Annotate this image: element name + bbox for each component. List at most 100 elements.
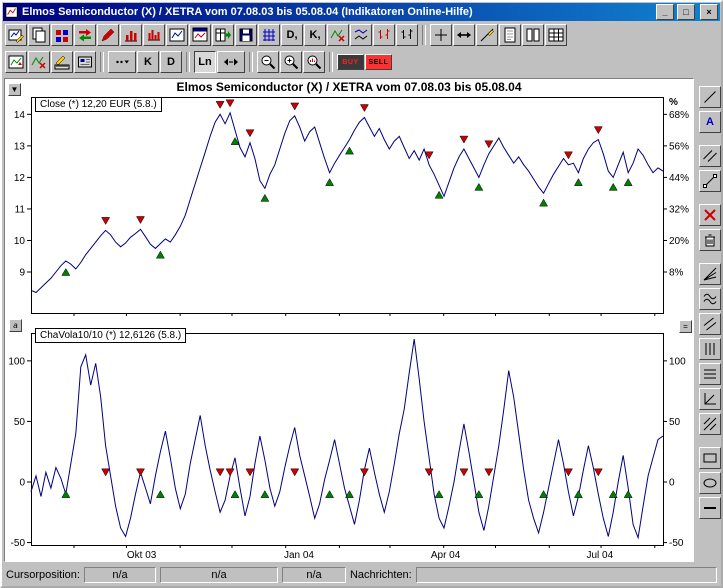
zoom-range-button[interactable] [303,51,325,73]
table-button[interactable] [545,24,567,46]
crosshair-button[interactable] [430,24,452,46]
svg-text:8%: 8% [669,268,684,279]
delete-all-tool[interactable] [699,229,721,251]
messages-field [416,567,717,583]
transfer-button[interactable] [74,24,96,46]
svg-text:%: % [669,97,678,108]
indicator-pane[interactable]: 100100505000-50-50Okt 03Jan 04Apr 04Jul … [5,331,693,560]
svg-text:0: 0 [669,478,675,489]
close-button[interactable]: × [700,4,718,20]
copy-button[interactable] [28,24,50,46]
sell-button[interactable]: SELL [365,54,392,70]
signal-x-icon [31,54,47,70]
zoom-out-button[interactable] [257,51,279,73]
parallel-lines-icon [702,148,718,164]
app-window: Elmos Semiconductor (X) / XETRA vom 07.0… [0,0,723,588]
move-button[interactable] [453,24,475,46]
secondary-toolbar: KD Ln BUYSELL [5,49,392,75]
notes-button[interactable] [499,24,521,46]
compare-button[interactable] [350,24,372,46]
text-tool[interactable]: A [699,111,721,133]
svg-text:Jan 04: Jan 04 [284,550,314,560]
indicator-legend[interactable]: ChaVola10/10 (*) 12,6126 (5.8.) [35,328,186,343]
price-pane[interactable]: 1468%1356%1244%1132%1020%98%% [5,93,693,331]
ellipse-tool[interactable] [699,472,721,494]
crosshatch-tool[interactable] [699,413,721,435]
trend-line-tool[interactable] [699,86,721,108]
volume-bars-icon [123,27,139,43]
chart-area: Elmos Semiconductor (X) / XETRA vom 07.0… [4,78,694,562]
horizontal-line-tool[interactable] [699,497,721,519]
compress-icon [223,54,239,70]
cursor-x-field: n/a [84,567,156,583]
price-legend[interactable]: Close (*) 12,20 EUR (5.8.) [35,97,162,112]
zoom-in-button[interactable] [280,51,302,73]
d-settings-button-label: D, [287,30,298,41]
titlebar[interactable]: Elmos Semiconductor (X) / XETRA vom 07.0… [3,3,720,21]
svg-text:Apr 04: Apr 04 [431,550,461,560]
properties-button[interactable] [74,51,96,73]
channel-tool[interactable] [699,313,721,335]
grid-icon [261,27,277,43]
signal-x-button[interactable] [28,51,50,73]
delete-object-tool[interactable] [699,204,721,226]
statusbar: Cursorposition: n/a n/a n/a Nachrichten: [3,565,720,585]
rectangle-tool[interactable] [699,447,721,469]
log-scale-button[interactable]: Ln [194,51,216,73]
crosshatch-icon [702,416,718,432]
wave-tool[interactable] [699,288,721,310]
svg-text:100: 100 [8,356,25,367]
svg-text:10: 10 [14,236,26,247]
draw-edit-button[interactable] [51,51,73,73]
volume-bars-button[interactable] [120,24,142,46]
svg-text:56%: 56% [669,141,689,152]
gann-angle-tool[interactable] [699,388,721,410]
minimize-button[interactable]: _ [656,4,674,20]
k-settings-button[interactable]: K, [304,24,326,46]
svg-text:13: 13 [14,141,26,152]
svg-text:44%: 44% [669,173,689,184]
crosshair-icon [433,27,449,43]
buy-button[interactable]: BUY [337,54,364,70]
ohlc-button[interactable] [396,24,418,46]
copy-icon [31,27,47,43]
trendline-button[interactable] [476,24,498,46]
histogram-button[interactable] [143,24,165,46]
horizontal-grid-tool[interactable] [699,363,721,385]
line-style-dropdown[interactable] [108,51,136,73]
horizontal-grid-icon [702,366,718,382]
svg-text:50: 50 [669,417,681,428]
zoom-in-icon [283,54,299,70]
chart-title: Elmos Semiconductor (X) / XETRA vom 07.0… [5,80,693,94]
marker-pen-button[interactable] [97,24,119,46]
svg-text:Okt 03: Okt 03 [127,550,157,560]
transfer-icon [77,27,93,43]
compress-dropdown[interactable] [217,51,245,73]
signals-button[interactable] [327,24,349,46]
quote-table-button[interactable] [212,24,234,46]
save-chart-button[interactable] [235,24,257,46]
line-handles-tool[interactable] [699,170,721,192]
d-settings-button[interactable]: D, [281,24,303,46]
grid-button[interactable] [258,24,280,46]
draw-edit-icon [54,54,70,70]
line-chart-icon [169,27,185,43]
vertical-grid-tool[interactable] [699,338,721,360]
hl-bars-button[interactable] [373,24,395,46]
candle-chart-button[interactable]: K [137,51,159,73]
drawing-toolbar: A [697,86,723,519]
hl-bars-icon [376,27,392,43]
parallel-lines-tool[interactable] [699,145,721,167]
line-chart-button[interactable] [166,24,188,46]
columns-button[interactable] [522,24,544,46]
fibonacci-fan-icon [702,266,718,282]
chart-window-button[interactable] [189,24,211,46]
maximize-button[interactable]: □ [677,4,695,20]
text-tool-label: A [706,117,714,128]
chart-window-icon [192,27,208,43]
chart-edit-button[interactable] [5,24,27,46]
bar-chart-button[interactable]: D [160,51,182,73]
mini-chart-button[interactable] [5,51,27,73]
color-tiles-button[interactable] [51,24,73,46]
fibonacci-fan-tool[interactable] [699,263,721,285]
